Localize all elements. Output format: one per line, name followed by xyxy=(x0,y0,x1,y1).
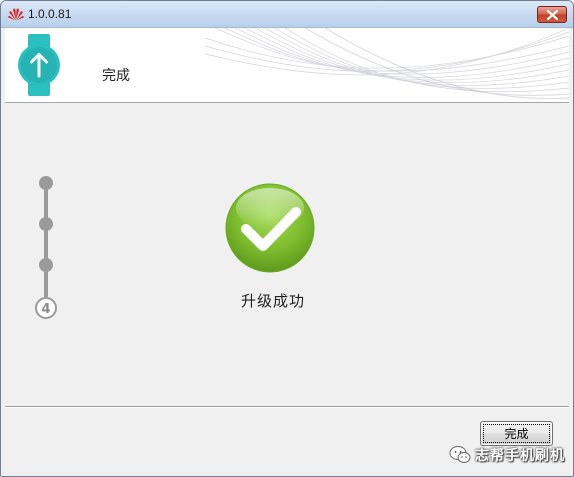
app-window: 1.0.0.81 完成 4 升级成功 完成 志帮手机刷机 xyxy=(0,0,574,477)
upgrade-status-text: 升级成功 xyxy=(240,292,305,310)
wechat-icon xyxy=(449,446,471,463)
footer: 完成 志帮手机刷机 xyxy=(5,408,569,472)
window-title: 1.0.0.81 xyxy=(28,7,72,21)
close-button[interactable] xyxy=(537,6,567,23)
page-title: 完成 xyxy=(102,68,130,84)
watermark-text: 志帮手机刷机 xyxy=(475,448,565,464)
finish-button[interactable]: 完成 xyxy=(480,421,553,446)
watermark: 志帮手机刷机 xyxy=(449,444,565,466)
close-icon xyxy=(547,10,558,20)
step-2-dot xyxy=(39,217,53,231)
header-banner: 完成 xyxy=(5,28,569,103)
wave-decoration xyxy=(205,28,569,99)
huawei-logo-icon xyxy=(8,8,24,21)
step-3-dot xyxy=(39,258,53,272)
main-content: 4 升级成功 xyxy=(5,103,569,406)
success-check-icon xyxy=(225,183,315,273)
title-bar[interactable]: 1.0.0.81 xyxy=(1,1,573,28)
step-1-dot xyxy=(39,176,53,190)
watch-upgrade-icon xyxy=(18,34,60,96)
